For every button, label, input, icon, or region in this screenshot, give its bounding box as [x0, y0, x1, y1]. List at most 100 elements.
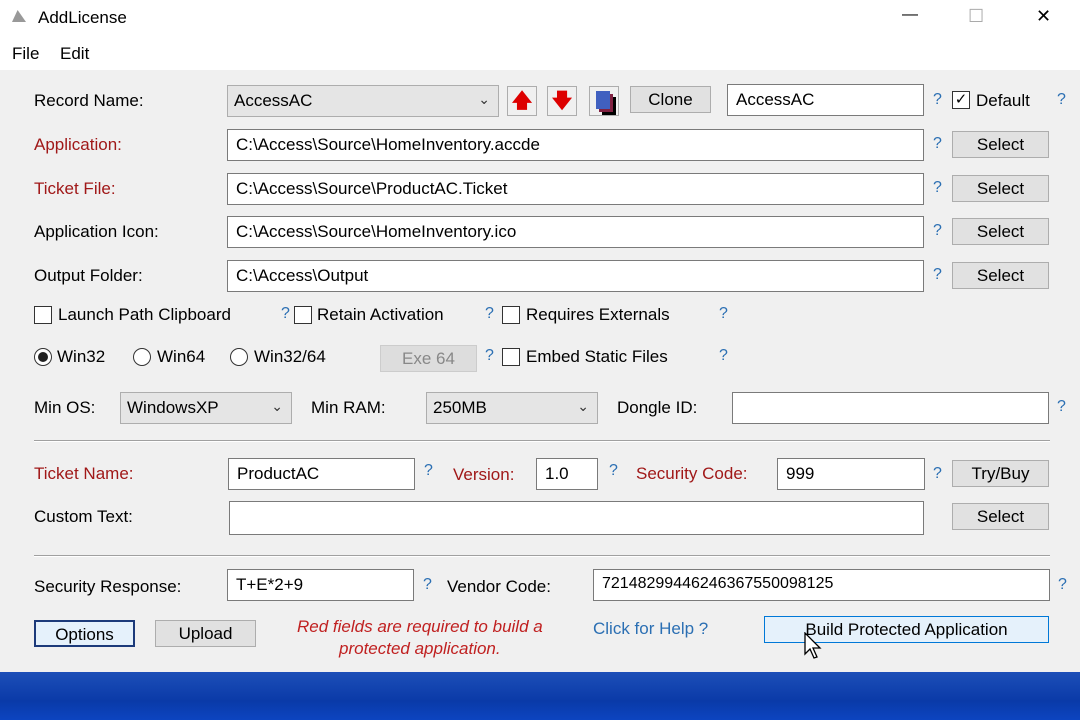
embed-static-files-checkbox[interactable] — [502, 348, 520, 366]
security-response-label: Security Response: — [34, 577, 182, 596]
menu-edit[interactable]: Edit — [60, 44, 89, 64]
ticket-file-label: Ticket File: — [34, 178, 116, 198]
help-icon[interactable]: ? — [933, 91, 942, 109]
min-ram-label: Min RAM: — [311, 398, 386, 417]
dongle-id-input[interactable] — [732, 392, 1049, 424]
application-label: Application: — [34, 135, 122, 154]
version-label: Version: — [453, 465, 515, 484]
custom-text-input[interactable] — [229, 501, 924, 535]
title-bar: AddLicense — ☐ ✕ — [0, 0, 1080, 36]
copy-button[interactable] — [589, 86, 619, 116]
min-os-select[interactable]: WindowsXP ⌄ — [120, 392, 292, 424]
record-name-value: AccessAC — [234, 91, 313, 110]
application-icon-label: Application Icon: — [34, 222, 159, 241]
win32-radio[interactable] — [34, 348, 52, 366]
win64-radio[interactable] — [133, 348, 151, 366]
chevron-down-icon: ⌄ — [271, 398, 283, 414]
help-icon[interactable]: ? — [609, 462, 618, 480]
help-icon[interactable]: ? — [1057, 398, 1066, 416]
required-note-line1: Red fields are required to build a — [297, 617, 543, 636]
help-icon[interactable]: ? — [719, 305, 728, 323]
window-title: AddLicense — [38, 8, 127, 27]
record-name-input[interactable]: AccessAC — [727, 84, 924, 116]
mouse-cursor-icon — [804, 632, 822, 659]
custom-text-select-button[interactable]: Select — [952, 503, 1049, 530]
ticket-name-input[interactable]: ProductAC — [228, 458, 415, 490]
required-note-line2: protected application. — [339, 639, 501, 658]
default-label: Default — [976, 91, 1030, 110]
help-icon[interactable]: ? — [485, 305, 494, 323]
record-name-label: Record Name: — [34, 91, 144, 110]
requires-externals-label: Requires Externals — [526, 305, 670, 324]
maximize-button[interactable]: ☐ — [968, 6, 984, 27]
separator — [34, 440, 1050, 442]
ticket-file-input[interactable]: C:\Access\Source\ProductAC.Ticket — [227, 172, 924, 205]
application-input[interactable]: C:\Access\Source\HomeInventory.accde — [227, 129, 924, 161]
security-code-label: Security Code: — [636, 464, 748, 483]
win32-64-radio[interactable] — [230, 348, 248, 366]
launch-path-clipboard-checkbox[interactable] — [34, 306, 52, 324]
win32-label: Win32 — [57, 347, 106, 366]
close-button[interactable]: ✕ — [1036, 6, 1051, 27]
help-icon[interactable]: ? — [933, 222, 942, 240]
record-name-select[interactable]: AccessAC ⌄ — [227, 85, 499, 117]
ticket-name-label: Ticket Name: — [34, 464, 134, 483]
try-buy-button[interactable]: Try/Buy — [952, 460, 1049, 487]
help-icon[interactable]: ? — [933, 266, 942, 284]
security-response-input[interactable]: T+E*2+9 — [227, 569, 414, 601]
arrow-down-icon: 🡇 — [551, 90, 573, 112]
minimize-button[interactable]: — — [902, 6, 918, 24]
menu-file[interactable]: File — [12, 44, 39, 64]
move-up-button[interactable]: 🡅 — [507, 86, 537, 116]
application-icon-input[interactable]: C:\Access\Source\HomeInventory.ico — [227, 216, 924, 248]
vendor-code-label: Vendor Code: — [447, 577, 551, 596]
chevron-down-icon: ⌄ — [577, 398, 589, 414]
help-icon[interactable]: ? — [933, 465, 942, 483]
launch-path-clipboard-label: Launch Path Clipboard — [58, 305, 231, 324]
win64-label: Win64 — [157, 347, 206, 366]
help-icon[interactable]: ? — [933, 179, 942, 197]
default-checkbox[interactable]: ✓ — [952, 91, 970, 109]
help-icon[interactable]: ? — [485, 347, 494, 365]
help-link[interactable]: Click for Help ? — [593, 619, 708, 639]
requires-externals-checkbox[interactable] — [502, 306, 520, 324]
dongle-id-label: Dongle ID: — [617, 398, 698, 417]
help-icon[interactable]: ? — [424, 462, 433, 480]
security-code-input[interactable]: 999 — [777, 458, 925, 490]
version-input[interactable]: 1.0 — [536, 458, 598, 490]
min-ram-select[interactable]: 250MB ⌄ — [426, 392, 598, 424]
min-os-value: WindowsXP — [127, 398, 219, 417]
retain-activation-label: Retain Activation — [317, 305, 444, 324]
help-icon[interactable]: ? — [933, 135, 942, 153]
desktop-taskbar-area — [0, 672, 1080, 720]
embed-static-files-label: Embed Static Files — [526, 347, 668, 366]
output-folder-select-button[interactable]: Select — [952, 261, 1049, 289]
custom-text-label: Custom Text: — [34, 507, 133, 526]
exe64-button[interactable]: Exe 64 — [380, 345, 477, 372]
ticket-file-select-button[interactable]: Select — [952, 174, 1049, 202]
upload-button[interactable]: Upload — [155, 620, 256, 647]
help-icon[interactable]: ? — [423, 576, 432, 594]
vendor-code-input[interactable]: 72148299446246367550098125 — [593, 569, 1050, 601]
help-icon[interactable]: ? — [719, 347, 728, 365]
win32-64-label: Win32/64 — [254, 347, 326, 366]
min-os-label: Min OS: — [34, 398, 96, 417]
help-icon[interactable]: ? — [281, 305, 290, 323]
arrow-up-icon: 🡅 — [511, 90, 533, 112]
separator — [34, 555, 1050, 557]
output-folder-label: Output Folder: — [34, 265, 143, 285]
copy-icon — [596, 91, 610, 109]
options-button[interactable]: Options — [34, 620, 135, 647]
help-icon[interactable]: ? — [1058, 576, 1067, 594]
clone-button[interactable]: Clone — [630, 86, 711, 113]
move-down-button[interactable]: 🡇 — [547, 86, 577, 116]
chevron-down-icon: ⌄ — [478, 91, 490, 107]
min-ram-value: 250MB — [433, 398, 487, 417]
output-folder-input[interactable]: C:\Access\Output — [227, 259, 924, 292]
help-icon[interactable]: ? — [1057, 91, 1066, 109]
application-icon-select-button[interactable]: Select — [952, 218, 1049, 245]
retain-activation-checkbox[interactable] — [294, 306, 312, 324]
menu-bar: File Edit — [0, 36, 1080, 70]
application-select-button[interactable]: Select — [952, 131, 1049, 158]
app-icon — [12, 10, 26, 22]
